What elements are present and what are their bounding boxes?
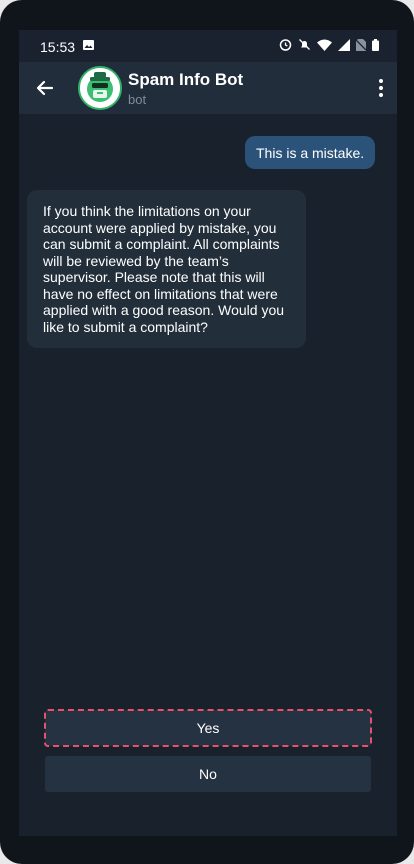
signal-icon xyxy=(338,38,350,51)
alarm-icon xyxy=(279,39,292,51)
status-time: 15:53 xyxy=(40,39,76,55)
battery-icon xyxy=(372,38,379,51)
status-bar: 15:53 xyxy=(19,30,397,62)
mute-bell-icon xyxy=(299,39,310,50)
back-arrow-icon[interactable] xyxy=(33,76,57,100)
more-options-icon[interactable] xyxy=(377,76,385,100)
phone-frame: 15:53 Spam Info Bot bot This is a mistak… xyxy=(0,0,414,864)
bot-avatar-icon xyxy=(80,68,120,108)
keyboard-button-yes[interactable]: Yes xyxy=(44,709,372,747)
wifi-icon xyxy=(317,39,332,51)
no-sim-icon xyxy=(356,38,366,51)
bot-avatar[interactable] xyxy=(78,66,122,110)
image-notification-icon xyxy=(83,40,94,50)
chat-subtitle: bot xyxy=(128,92,147,107)
status-icons xyxy=(279,38,379,51)
keyboard-button-no[interactable]: No xyxy=(45,756,371,792)
chat-title: Spam Info Bot xyxy=(128,70,244,89)
chat-header: Spam Info Bot bot xyxy=(19,62,397,114)
chat-screen: 15:53 Spam Info Bot bot This is a mistak… xyxy=(19,30,397,836)
incoming-message: If you think the limitations on your acc… xyxy=(27,190,306,348)
outgoing-message: This is a mistake. xyxy=(245,136,376,169)
